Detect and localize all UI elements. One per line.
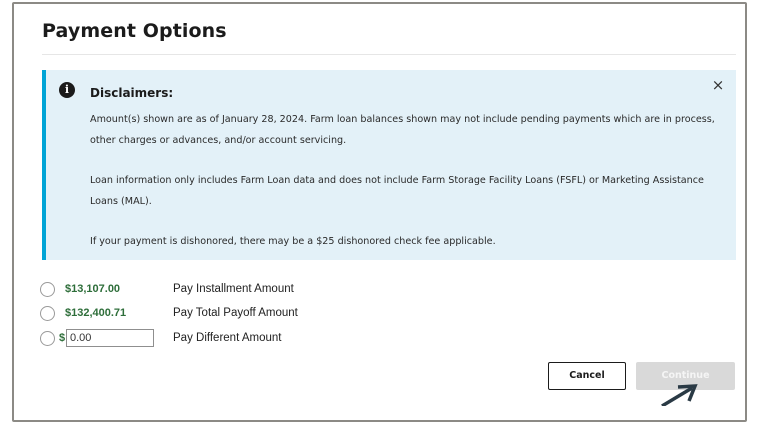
different-amount-input[interactable]	[66, 329, 154, 347]
radio-different[interactable]	[40, 331, 55, 346]
payoff-label[interactable]: Pay Total Payoff Amount	[173, 307, 298, 319]
radio-payoff[interactable]	[40, 306, 55, 321]
installment-label[interactable]: Pay Installment Amount	[173, 283, 294, 295]
installment-amount: $13,107.00	[65, 283, 121, 295]
different-label[interactable]: Pay Different Amount	[173, 332, 281, 344]
disclaimer-text-fee: If your payment is dishonored, there may…	[90, 236, 496, 247]
cancel-button[interactable]: Cancel	[548, 362, 626, 390]
dollar-sign: $	[59, 332, 66, 344]
disclaimer-text-date: Amount(s) shown are as of January 28, 20…	[90, 114, 715, 146]
info-icon: i	[59, 82, 75, 98]
arrow-up-right-icon	[661, 384, 698, 406]
payoff-amount: $132,400.71	[65, 307, 127, 319]
dialog-title: Payment Options	[42, 20, 227, 42]
disclaimer-heading: Disclaimers:	[90, 86, 174, 100]
title-divider	[42, 54, 736, 55]
radio-installment[interactable]	[40, 282, 55, 297]
disclaimer-text-loan-info: Loan information only includes Farm Loan…	[90, 175, 704, 207]
close-icon[interactable]: ×	[710, 76, 726, 94]
